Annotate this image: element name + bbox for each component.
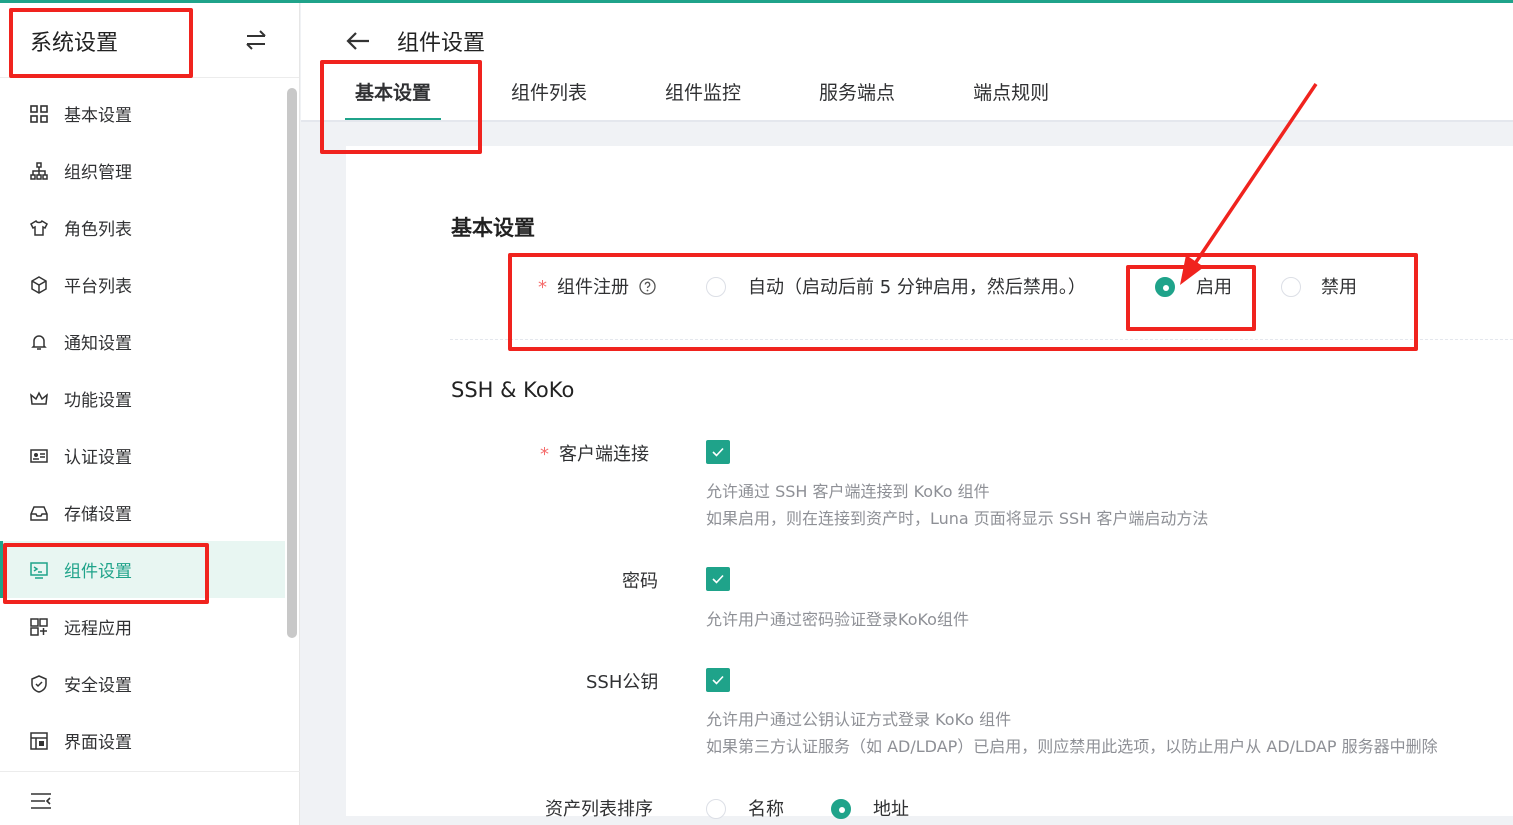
sidebar-item-remote-apps[interactable]: 远程应用 bbox=[0, 598, 285, 655]
required-mark: * bbox=[538, 277, 547, 298]
tab-component-list[interactable]: 组件列表 bbox=[501, 77, 597, 121]
inbox-icon bbox=[28, 502, 50, 524]
apps-icon bbox=[28, 616, 50, 638]
sidebar-scrollbar[interactable] bbox=[287, 88, 297, 638]
tab-endpoint-rules[interactable]: 端点规则 bbox=[963, 77, 1059, 121]
shield-icon bbox=[28, 673, 50, 695]
collapse-menu-icon[interactable] bbox=[30, 792, 52, 814]
palette-icon bbox=[28, 730, 50, 752]
checkmark-icon bbox=[712, 574, 724, 584]
shirt-icon bbox=[28, 217, 50, 239]
sidebar-item-label: 基本设置 bbox=[64, 106, 132, 126]
sidebar-item-label: 平台列表 bbox=[64, 277, 132, 297]
asset-sort-option-address[interactable]: 地址 bbox=[873, 795, 909, 821]
tab-service-endpoints[interactable]: 服务端点 bbox=[809, 77, 905, 121]
back-arrow-icon[interactable] bbox=[345, 29, 371, 53]
sidebar-item-label: 远程应用 bbox=[64, 619, 132, 639]
swap-icon[interactable] bbox=[243, 27, 269, 53]
sidebar-item-label: 通知设置 bbox=[64, 334, 132, 354]
pubkey-checkbox[interactable] bbox=[706, 668, 730, 692]
registration-label-text: 组件注册 bbox=[557, 277, 629, 298]
sidebar-item-label: 界面设置 bbox=[64, 733, 132, 753]
sidebar-item-interface[interactable]: 界面设置 bbox=[0, 712, 285, 769]
sidebar: 系统设置 基本设置 组织管理 角色列表 平台列表 通知设置 功能设置 认证设置 … bbox=[0, 3, 300, 825]
registration-radio-auto[interactable] bbox=[706, 277, 726, 297]
sidebar-item-storage[interactable]: 存储设置 bbox=[0, 484, 285, 541]
sidebar-item-roles[interactable]: 角色列表 bbox=[0, 199, 285, 256]
sidebar-header: 系统设置 bbox=[0, 3, 299, 78]
sidebar-item-basic[interactable]: 基本设置 bbox=[0, 85, 285, 142]
id-card-icon bbox=[28, 445, 50, 467]
grid-icon bbox=[28, 103, 50, 125]
page-header: 组件设置 基本设置 组件列表 组件监控 服务端点 端点规则 bbox=[301, 3, 1513, 121]
tab-bar: 基本设置 组件列表 组件监控 服务端点 端点规则 bbox=[345, 77, 1059, 121]
question-circle-icon bbox=[639, 278, 656, 300]
checkmark-icon bbox=[712, 447, 724, 457]
sidebar-item-org[interactable]: 组织管理 bbox=[0, 142, 285, 199]
sidebar-item-label: 安全设置 bbox=[64, 676, 132, 696]
annotation-arrow bbox=[1180, 83, 1318, 285]
sidebar-item-label: 认证设置 bbox=[64, 448, 132, 468]
password-label: 密码 bbox=[622, 571, 658, 592]
section-title-ssh: SSH & KoKo bbox=[451, 378, 575, 402]
sidebar-item-label: 组件设置 bbox=[64, 562, 132, 582]
terminal-icon bbox=[28, 559, 50, 581]
bell-icon bbox=[28, 331, 50, 353]
sidebar-item-label: 存储设置 bbox=[64, 505, 132, 525]
org-tree-icon bbox=[28, 160, 50, 182]
client-connection-checkbox[interactable] bbox=[706, 440, 730, 464]
pubkey-label: SSH公钥 bbox=[586, 672, 659, 693]
sidebar-footer bbox=[0, 771, 300, 825]
sidebar-item-features[interactable]: 功能设置 bbox=[0, 370, 285, 427]
asset-sort-radio-address[interactable] bbox=[831, 799, 851, 819]
client-connection-help-line2: 如果启用，则在连接到资产时，Luna 页面将显示 SSH 客户端启动方法 bbox=[706, 509, 1209, 528]
section-divider bbox=[450, 339, 1513, 340]
client-connection-help-line1: 允许通过 SSH 客户端连接到 KoKo 组件 bbox=[706, 482, 990, 501]
sidebar-item-components[interactable]: 组件设置 bbox=[0, 541, 285, 598]
section-title-basic: 基本设置 bbox=[451, 216, 535, 240]
password-help: 允许用户通过密码验证登录KoKo组件 bbox=[706, 610, 969, 629]
pubkey-help-line1: 允许用户通过公钥认证方式登录 KoKo 组件 bbox=[706, 710, 1012, 729]
registration-option-auto[interactable]: 自动（启动后前 5 分钟启用，然后禁用。） bbox=[748, 273, 1086, 299]
tab-divider bbox=[301, 120, 1513, 122]
password-checkbox[interactable] bbox=[706, 567, 730, 591]
client-connection-help: 允许通过 SSH 客户端连接到 KoKo 组件 如果启用，则在连接到资产时，Lu… bbox=[706, 478, 1208, 532]
client-connection-label: * 客户端连接 bbox=[540, 440, 649, 466]
tab-component-monitor[interactable]: 组件监控 bbox=[655, 77, 751, 121]
sidebar-item-label: 组织管理 bbox=[64, 163, 132, 183]
sidebar-title: 系统设置 bbox=[30, 31, 119, 56]
sidebar-item-label: 功能设置 bbox=[64, 391, 132, 411]
asset-sort-label: 资产列表排序 bbox=[545, 799, 653, 820]
required-mark: * bbox=[540, 444, 549, 465]
asset-sort-radio-name[interactable] bbox=[706, 799, 726, 819]
crown-icon bbox=[28, 388, 50, 410]
checkmark-icon bbox=[712, 675, 724, 685]
sidebar-item-notifications[interactable]: 通知设置 bbox=[0, 313, 285, 370]
page-title: 组件设置 bbox=[397, 31, 486, 56]
tab-basic-settings[interactable]: 基本设置 bbox=[345, 77, 442, 121]
sidebar-item-auth[interactable]: 认证设置 bbox=[0, 427, 285, 484]
registration-label: * 组件注册 bbox=[538, 273, 656, 300]
client-connection-label-text: 客户端连接 bbox=[559, 444, 649, 465]
pubkey-help-line2: 如果第三方认证服务（如 AD/LDAP）已启用，则应禁用此选项，以防止用户从 A… bbox=[706, 737, 1438, 756]
pubkey-help: 允许用户通过公钥认证方式登录 KoKo 组件 如果第三方认证服务（如 AD/LD… bbox=[706, 706, 1513, 760]
sidebar-item-security[interactable]: 安全设置 bbox=[0, 655, 285, 712]
sidebar-menu: 基本设置 组织管理 角色列表 平台列表 通知设置 功能设置 认证设置 存储设置 bbox=[0, 85, 285, 769]
sidebar-item-label: 角色列表 bbox=[64, 220, 132, 240]
sidebar-item-platforms[interactable]: 平台列表 bbox=[0, 256, 285, 313]
asset-sort-option-name[interactable]: 名称 bbox=[748, 795, 784, 821]
cube-icon bbox=[28, 274, 50, 296]
